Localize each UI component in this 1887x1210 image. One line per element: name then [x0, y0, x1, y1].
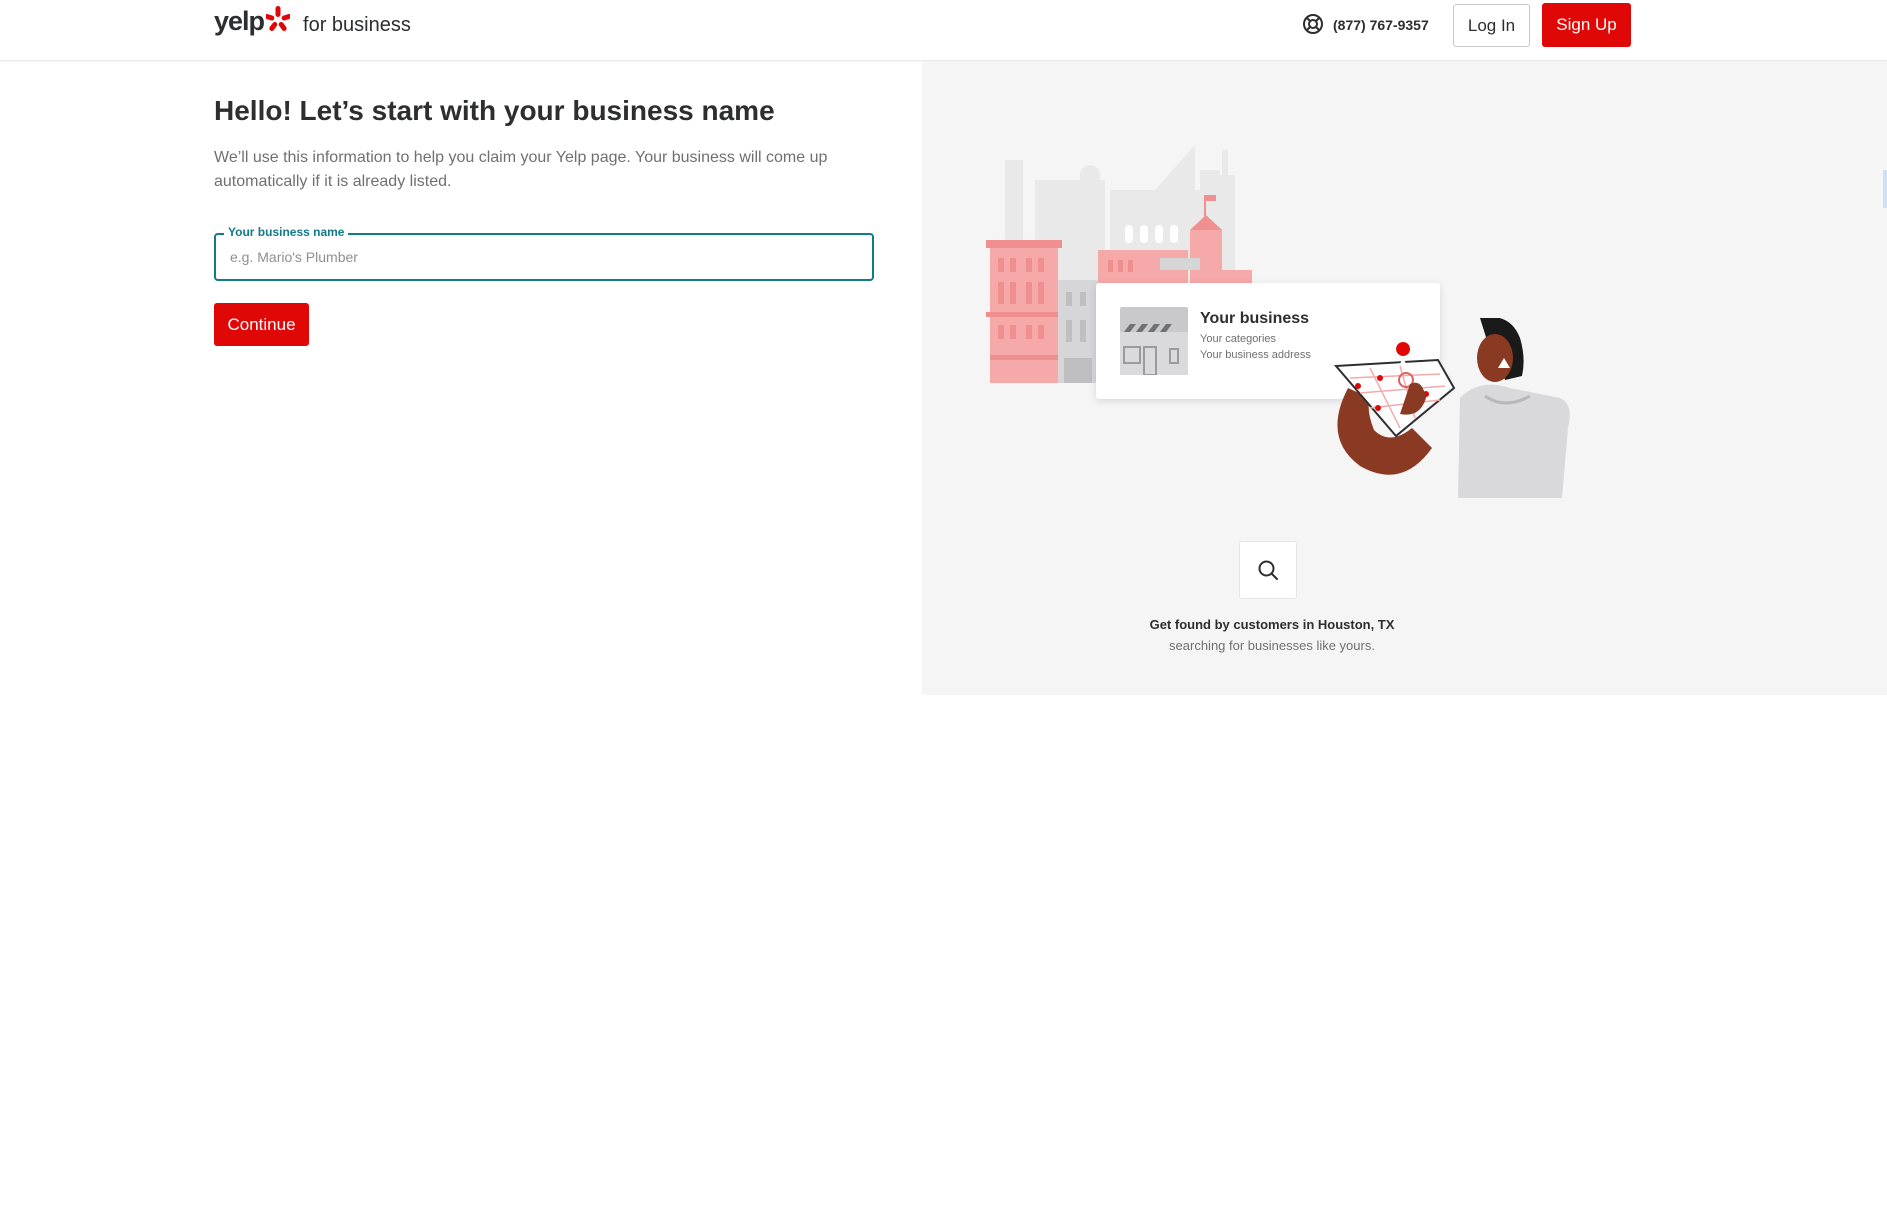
business-name-input[interactable] — [230, 245, 860, 269]
logo-subtitle: for business — [303, 14, 411, 36]
phone-number: (877) 767-9357 — [1333, 17, 1429, 33]
logo-wordmark: yelp — [214, 6, 265, 36]
storefront-icon — [1120, 307, 1188, 375]
search-icon — [1258, 560, 1278, 580]
person-with-map-illustration — [1333, 318, 1570, 498]
card-address: Your business address — [1200, 349, 1311, 361]
card-categories: Your categories — [1200, 333, 1277, 345]
support-phone[interactable]: (877) 767-9357 — [1302, 13, 1429, 35]
business-name-field[interactable]: Your business name — [214, 225, 874, 281]
search-button[interactable] — [1239, 541, 1297, 599]
yelp-for-business-logo[interactable]: yelp for business — [214, 5, 411, 37]
page-subtitle: We’ll use this information to help you c… — [214, 149, 828, 190]
support-lifebuoy-icon — [1303, 14, 1323, 34]
page-title: Hello! Let’s start with your business na… — [214, 95, 775, 126]
yelp-burst-icon — [266, 5, 291, 31]
signup-button[interactable]: Sign Up — [1542, 3, 1631, 47]
found-subtext: searching for businesses like yours. — [1169, 638, 1375, 653]
feedback-tab[interactable] — [1883, 170, 1887, 208]
card-title: Your business — [1200, 310, 1310, 327]
login-button[interactable]: Log In — [1453, 4, 1530, 47]
found-headline: Get found by customers in Houston, TX — [1149, 617, 1395, 632]
continue-button[interactable]: Continue — [214, 303, 309, 346]
business-name-label: Your business name — [224, 225, 349, 239]
top-header: yelp for business (877) 767-9357 Log In … — [0, 0, 1887, 61]
